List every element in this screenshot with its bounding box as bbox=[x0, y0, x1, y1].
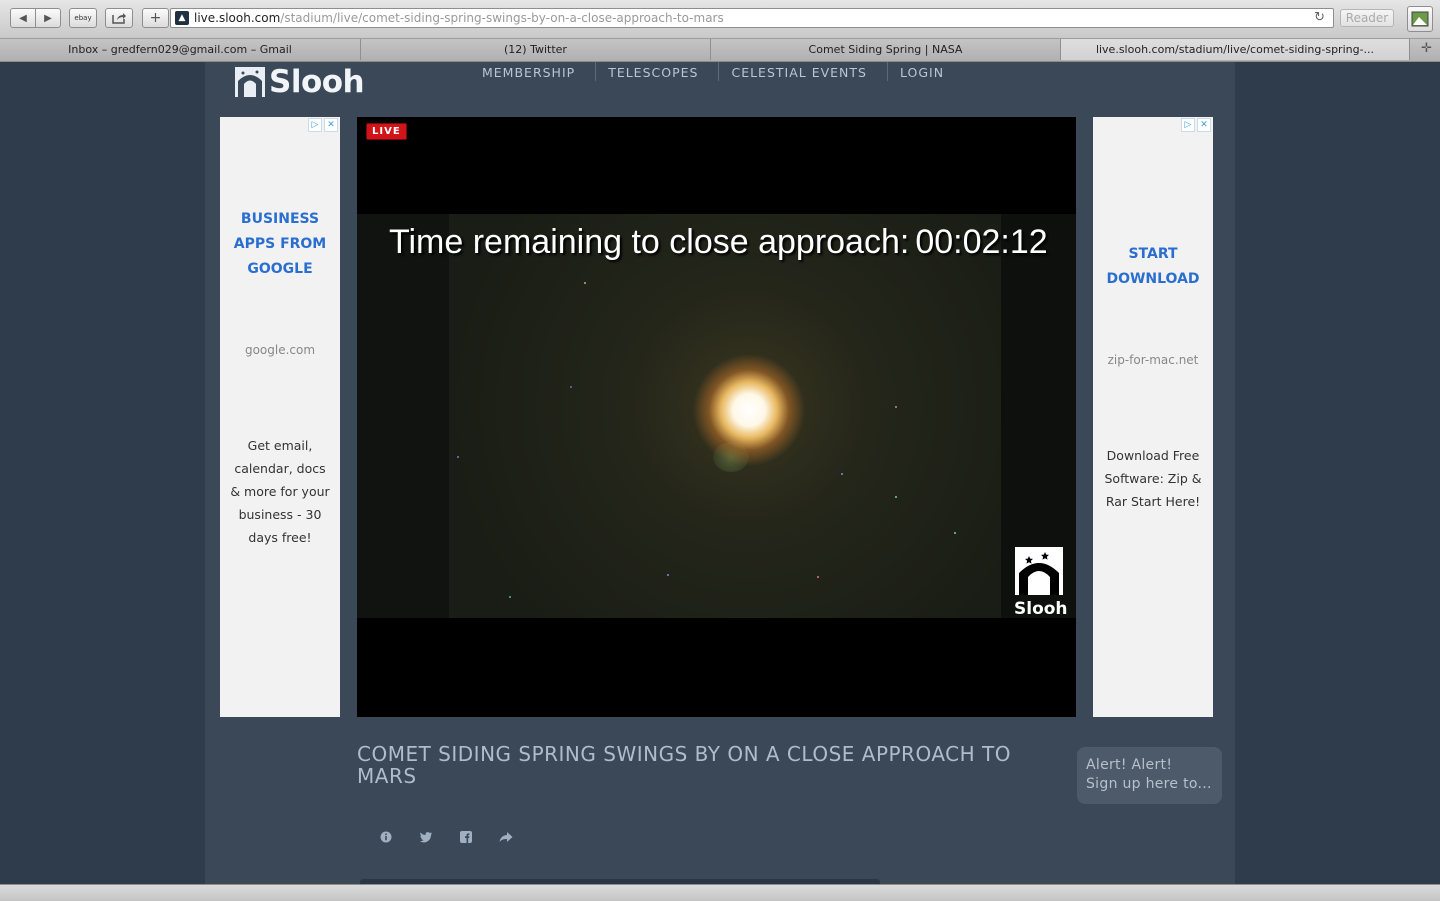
ad-right[interactable]: ▷ ✕ START DOWNLOAD zip-for-mac.net Downlo… bbox=[1093, 117, 1213, 717]
tab-twitter[interactable]: (12) Twitter bbox=[361, 39, 711, 60]
browser-toolbar: ◀ ▶ ebay + ▲ live.slooh.com /stadium/liv… bbox=[0, 0, 1440, 39]
new-tab-button[interactable]: + bbox=[142, 8, 169, 28]
slooh-watermark: Slooh bbox=[1014, 547, 1068, 619]
share-icon bbox=[112, 13, 126, 24]
ad-description[interactable]: Download Free Software: Zip & Rar Start … bbox=[1101, 444, 1205, 513]
close-icon[interactable]: ✕ bbox=[324, 118, 338, 132]
ad-headline-line[interactable]: BUSINESS bbox=[220, 207, 340, 232]
address-bar[interactable]: ▲ live.slooh.com /stadium/live/comet-sid… bbox=[170, 8, 1334, 28]
close-icon[interactable]: ✕ bbox=[1197, 118, 1211, 132]
nav-login[interactable]: LOGIN bbox=[888, 62, 964, 81]
tab-slooh[interactable]: live.slooh.com/stadium/live/comet-siding… bbox=[1061, 39, 1410, 60]
back-arrow-icon: ◀ bbox=[19, 12, 27, 24]
tab-label: live.slooh.com/stadium/live/comet-siding… bbox=[1095, 43, 1375, 56]
watermark-text: Slooh bbox=[1014, 599, 1068, 619]
page-menu-button[interactable] bbox=[1407, 6, 1433, 32]
ad-left[interactable]: ▷ ✕ BUSINESS APPS FROM GOOGLE google.com … bbox=[220, 117, 340, 717]
ad-headline-line[interactable]: DOWNLOAD bbox=[1093, 267, 1213, 292]
facebook-icon[interactable] bbox=[458, 829, 474, 845]
star bbox=[584, 282, 586, 284]
tab-label: (12) Twitter bbox=[504, 43, 567, 56]
ad-domain[interactable]: google.com bbox=[220, 343, 340, 357]
tab-label: Comet Siding Spring | NASA bbox=[808, 43, 963, 56]
star bbox=[895, 496, 897, 498]
ebay-bookmark-button[interactable]: ebay bbox=[69, 8, 97, 28]
main-nav: MEMBERSHIP TELESCOPES CELESTIAL EVENTS L… bbox=[470, 62, 964, 84]
countdown-overlay: Time remaining to close approach: 00:02:1… bbox=[389, 223, 1048, 262]
site-favicon-icon: ▲ bbox=[175, 11, 189, 25]
slooh-watermark-icon bbox=[1015, 547, 1063, 595]
url-path: /stadium/live/comet-siding-spring-swings… bbox=[280, 11, 724, 25]
reload-icon[interactable]: ↻ bbox=[1314, 10, 1325, 25]
star bbox=[841, 473, 843, 475]
star bbox=[457, 456, 459, 458]
event-title: COMET SIDING SPRING SWINGS BY ON A CLOSE… bbox=[357, 742, 1011, 788]
star bbox=[817, 576, 819, 578]
tab-gmail[interactable]: Inbox – gredfern029@gmail.com – Gmail bbox=[0, 39, 361, 60]
alert-line-1[interactable]: Alert! Alert! bbox=[1086, 756, 1213, 775]
telescope-feed bbox=[357, 214, 1076, 618]
star bbox=[509, 596, 511, 598]
star bbox=[667, 574, 669, 576]
live-badge: LIVE bbox=[366, 123, 407, 140]
ad-domain[interactable]: zip-for-mac.net bbox=[1093, 353, 1213, 367]
share-arrow-icon[interactable] bbox=[498, 829, 514, 845]
url-domain: live.slooh.com bbox=[194, 11, 281, 25]
adchoices[interactable]: ▷ ✕ bbox=[308, 118, 338, 132]
twitter-icon[interactable] bbox=[418, 829, 434, 845]
countdown-time: 00:02:12 bbox=[915, 223, 1048, 261]
nav-membership[interactable]: MEMBERSHIP bbox=[470, 62, 597, 81]
tab-label: Inbox – gredfern029@gmail.com – Gmail bbox=[68, 43, 292, 56]
slooh-logo-icon bbox=[235, 67, 265, 97]
alert-signup-box[interactable]: Alert! Alert! Sign up here to... bbox=[1077, 747, 1222, 804]
share-actions bbox=[378, 829, 514, 845]
ad-description[interactable]: Get email, calendar, docs & more for you… bbox=[228, 434, 332, 549]
ad-headline-line[interactable]: START bbox=[1093, 242, 1213, 267]
nav-celestial-events[interactable]: CELESTIAL EVENTS bbox=[719, 62, 888, 81]
info-icon[interactable] bbox=[378, 829, 394, 845]
ad-headline-line[interactable]: APPS FROM bbox=[220, 232, 340, 257]
nav-telescopes[interactable]: TELESCOPES bbox=[596, 62, 720, 81]
star bbox=[954, 532, 956, 534]
countdown-label: Time remaining to close approach: bbox=[389, 223, 910, 261]
add-tab-icon[interactable]: ✛ bbox=[1421, 41, 1432, 56]
plus-icon: + bbox=[149, 10, 162, 26]
adchoices-icon[interactable]: ▷ bbox=[308, 118, 322, 132]
mars-glow bbox=[693, 354, 805, 466]
slooh-logo[interactable]: Slooh bbox=[235, 64, 365, 100]
forward-button[interactable]: ▶ bbox=[35, 8, 61, 28]
ad-headline-line[interactable]: GOOGLE bbox=[220, 257, 340, 282]
adchoices[interactable]: ▷ ✕ bbox=[1181, 118, 1211, 132]
share-button[interactable] bbox=[105, 8, 133, 28]
star bbox=[570, 386, 572, 388]
reader-button[interactable]: Reader bbox=[1340, 9, 1394, 27]
live-video-player[interactable]: LIVE Time remaining to close approach: 00… bbox=[357, 117, 1076, 717]
ad-headline[interactable]: START DOWNLOAD bbox=[1093, 242, 1213, 292]
ad-headline[interactable]: BUSINESS APPS FROM GOOGLE bbox=[220, 207, 340, 282]
logo-text: Slooh bbox=[269, 64, 365, 100]
forward-arrow-icon: ▶ bbox=[44, 12, 52, 24]
browser-status-bar bbox=[0, 884, 1440, 901]
tab-nasa[interactable]: Comet Siding Spring | NASA bbox=[711, 39, 1061, 60]
adchoices-icon[interactable]: ▷ bbox=[1181, 118, 1195, 132]
feed-edge bbox=[357, 214, 449, 618]
tab-bar: Inbox – gredfern029@gmail.com – Gmail (1… bbox=[0, 39, 1440, 62]
image-icon bbox=[1411, 11, 1429, 27]
star bbox=[895, 406, 897, 408]
alert-line-2[interactable]: Sign up here to... bbox=[1086, 775, 1213, 794]
back-button[interactable]: ◀ bbox=[10, 8, 36, 28]
